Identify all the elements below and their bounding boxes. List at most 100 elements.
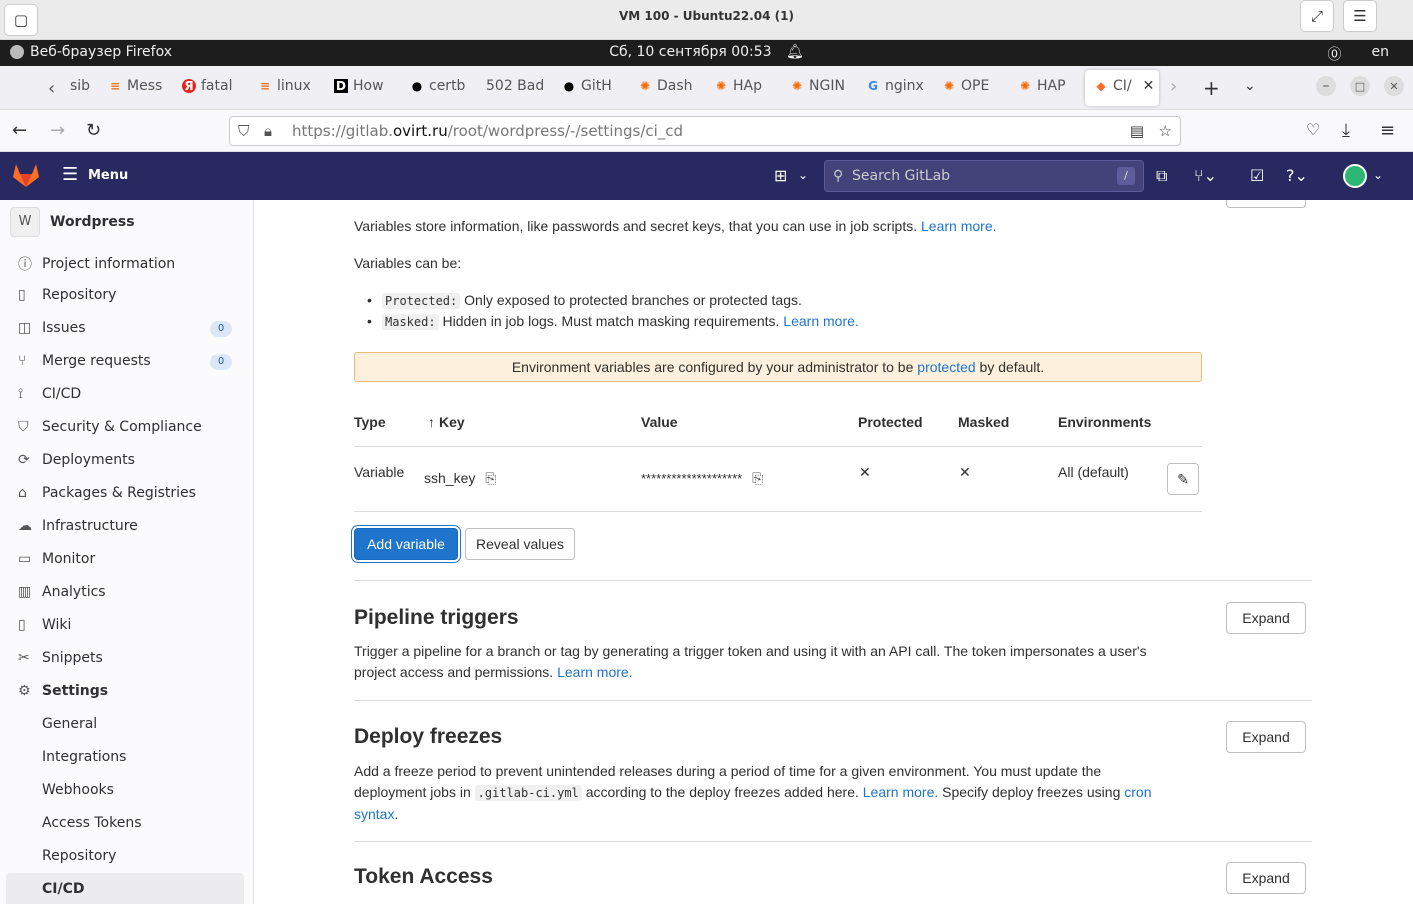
tab-scroll-right-icon[interactable]: › xyxy=(1170,76,1177,97)
tab[interactable]: ✺ NGIN xyxy=(790,78,852,94)
sidebar-item-monitor[interactable]: ▭ Monitor xyxy=(18,551,95,567)
bookmark-star-icon[interactable]: ☆ xyxy=(1159,117,1172,145)
sidebar-item-analytics[interactable]: ▥ Analytics xyxy=(18,584,106,600)
tab-label: HAP xyxy=(1037,78,1066,94)
downloads-icon[interactable]: ⤓ xyxy=(1342,120,1350,141)
maximize-icon[interactable]: □ xyxy=(1350,76,1370,96)
column-key[interactable]: ↑ Key xyxy=(428,414,465,430)
sidebar-item-merge-requests[interactable]: ⑂ Merge requests xyxy=(18,353,151,369)
sidebar-item-wiki[interactable]: ▯ Wiki xyxy=(18,617,71,633)
todos-icon[interactable]: ☑ xyxy=(1250,166,1264,185)
tab[interactable]: 502 Bad xyxy=(486,78,548,94)
tab-scroll-left-icon[interactable]: ‹ xyxy=(48,78,55,99)
reload-icon[interactable]: ↻ xyxy=(86,120,101,141)
chevron-down-icon[interactable]: ⌄ xyxy=(798,168,808,182)
token-access-expand-button[interactable]: Expand xyxy=(1226,862,1306,894)
settings-sub-ci-cd-active[interactable]: CI/CD xyxy=(6,873,244,904)
sidebar-item-packages[interactable]: ⌂ Packages & Registries xyxy=(18,485,196,501)
sidebar-item-settings[interactable]: ⚙︎ Settings xyxy=(18,683,108,699)
copy-value-icon[interactable]: ⎘ xyxy=(752,470,763,486)
pipeline-triggers-expand-button[interactable]: Expand xyxy=(1226,602,1306,634)
menu-hamburger-icon[interactable]: ☰ xyxy=(62,164,78,185)
tab[interactable]: ● GitH xyxy=(562,78,624,94)
tab[interactable]: ✺ Dash xyxy=(638,78,700,94)
avatar-chevron-icon[interactable]: ⌄ xyxy=(1373,168,1383,182)
tab[interactable]: ✺ HAP xyxy=(1018,78,1080,94)
section-divider xyxy=(354,841,1312,842)
issues-nav-icon[interactable]: ⧉ xyxy=(1156,166,1167,186)
settings-sub-webhooks[interactable]: Webhooks xyxy=(42,782,114,798)
fullscreen-icon[interactable]: ⤢ xyxy=(1300,0,1334,32)
accessibility-icon[interactable]: ⓪ xyxy=(1328,44,1342,64)
app-menu-icon[interactable]: ≡ xyxy=(1380,120,1395,141)
settings-sub-repository[interactable]: Repository xyxy=(42,848,116,864)
new-tab-icon[interactable]: + xyxy=(1203,76,1220,100)
edit-variable-button[interactable]: ✎ xyxy=(1167,463,1199,495)
clock[interactable]: Сб, 10 сентября 00:53 🔔︎ xyxy=(0,44,1413,60)
menu-label[interactable]: Menu xyxy=(88,168,128,183)
help-icon[interactable]: ?⌄ xyxy=(1286,166,1308,185)
deploy-freezes-expand-button[interactable]: Expand xyxy=(1226,721,1306,753)
close-tab-icon[interactable]: ✕ xyxy=(1143,78,1155,94)
alert-protected-link[interactable]: protected xyxy=(917,359,975,375)
lock-icon[interactable]: 🔒︎ xyxy=(264,117,272,145)
sidebar-item-snippets[interactable]: ✂︎ Snippets xyxy=(18,650,103,666)
sidebar-item-label: Settings xyxy=(42,683,109,699)
tab-label: OPE xyxy=(961,78,990,94)
tab[interactable]: Gnginx xyxy=(866,78,928,94)
column-value: Value xyxy=(641,414,678,430)
protected-alert: Environment variables are configured by … xyxy=(354,352,1202,382)
gitlab-logo-icon[interactable] xyxy=(12,162,40,192)
tab[interactable]: ≡ linux xyxy=(258,78,320,94)
pocket-icon[interactable]: ♡ xyxy=(1306,120,1320,139)
tab[interactable]: ≡ Mess xyxy=(108,78,170,94)
tab-active-content[interactable]: ◆ CI/ ✕ xyxy=(1094,78,1156,94)
deploy-freezes-learn-more-link[interactable]: Learn more. xyxy=(863,784,938,800)
settings-sub-integrations[interactable]: Integrations xyxy=(42,749,126,765)
sidebar-item-deployments[interactable]: ⟳ Deployments xyxy=(18,452,135,468)
new-item-icon[interactable]: ⊞ xyxy=(774,166,787,185)
masked-desc: Hidden in job logs. Must match masking r… xyxy=(442,313,780,329)
reader-mode-icon[interactable]: ▤ xyxy=(1130,117,1144,145)
variables-learn-more-link[interactable]: Learn more. xyxy=(921,218,996,234)
add-variable-button[interactable]: Add variable xyxy=(354,528,458,560)
search-input[interactable]: ⚲ Search GitLab / xyxy=(824,160,1144,192)
tab[interactable]: ✺ HAp xyxy=(714,78,776,94)
sidebar-item-ci-cd[interactable]: ⟟ CI/CD xyxy=(18,386,81,402)
tab[interactable]: D How xyxy=(334,78,396,94)
sidebar-item-repository[interactable]: ▯ Repository xyxy=(18,287,116,303)
sidebar-item-security[interactable]: ⛉ Security & Compliance xyxy=(18,419,202,435)
tab[interactable]: ✺ OPE xyxy=(942,78,1004,94)
collapse-button-partial[interactable] xyxy=(1226,200,1306,208)
tab[interactable]: ● certb xyxy=(410,78,472,94)
url-bar[interactable]: ⛉ 🔒︎ https://gitlab.ovirt.ru/root/wordpr… xyxy=(229,116,1181,146)
copy-key-icon[interactable]: ⎘ xyxy=(485,470,496,486)
reveal-values-button[interactable]: Reveal values xyxy=(465,528,575,560)
sidebar-item-project-information[interactable]: ⓘ Project information xyxy=(18,254,175,274)
column-type[interactable]: Type xyxy=(354,414,386,430)
row-key-text: ssh_key xyxy=(424,470,476,486)
tab[interactable]: sib xyxy=(70,78,100,94)
forward-icon[interactable]: → xyxy=(50,120,65,141)
sidebar-item-label: Wiki xyxy=(42,617,72,633)
settings-sub-access-tokens[interactable]: Access Tokens xyxy=(42,815,142,831)
shield-icon[interactable]: ⛉ xyxy=(238,117,249,145)
keyboard-layout[interactable]: en xyxy=(1372,44,1390,64)
project-name: Wordpress xyxy=(50,214,135,230)
merge-requests-nav-icon[interactable]: ⑂⌄ xyxy=(1194,166,1217,185)
close-window-icon[interactable]: ✕ xyxy=(1384,76,1404,96)
hamburger-icon[interactable]: ☰ xyxy=(1343,0,1377,32)
masked-learn-more-link[interactable]: Learn more. xyxy=(783,313,858,329)
tab-label: linux xyxy=(277,78,311,94)
back-icon[interactable]: ← xyxy=(12,120,27,141)
tab[interactable]: Яfatal xyxy=(182,78,244,94)
user-avatar[interactable] xyxy=(1343,164,1367,188)
sidebar-item-issues[interactable]: ◫ Issues xyxy=(18,320,86,336)
minimize-icon[interactable]: – xyxy=(1316,76,1336,96)
settings-sub-general[interactable]: General xyxy=(42,716,97,732)
grafana-icon: ✺ xyxy=(639,79,651,93)
tab-list-icon[interactable]: ⌄ xyxy=(1244,78,1256,94)
sidebar-item-infrastructure[interactable]: ☁︎ Infrastructure xyxy=(18,518,138,534)
project-header[interactable]: W Wordpress xyxy=(10,207,135,237)
pipeline-triggers-learn-more-link[interactable]: Learn more. xyxy=(557,664,632,680)
